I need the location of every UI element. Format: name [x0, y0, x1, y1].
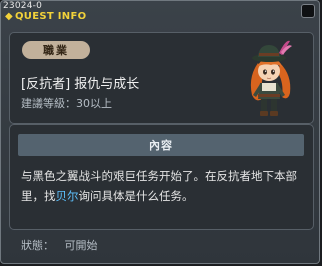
diamond-icon: ◆ — [5, 11, 13, 22]
npc-portrait — [250, 40, 292, 116]
window-title-text: QUEST INFO — [15, 11, 87, 22]
quest-status: 狀態： 可開始 — [21, 239, 98, 252]
window-title: ◆ QUEST INFO — [5, 11, 86, 22]
npc-link[interactable]: 贝尔 — [56, 189, 79, 203]
close-button[interactable] — [301, 4, 315, 18]
description-text-end: 询问具体是什么任务。 — [78, 189, 194, 203]
quest-summary-panel: 職業 [反抗者] 报仇与成长 建議等級：30以上 — [9, 32, 314, 124]
quest-content-panel: 內容 与黑色之翼战斗的艰巨任务开始了。在反抗者地下本部里，找贝尔询问具体是什么任… — [9, 124, 314, 230]
quest-id: 23024-0 — [3, 1, 43, 11]
recommended-level: 建議等級：30以上 — [21, 97, 112, 110]
quest-description: 与黑色之翼战斗的艰巨任务开始了。在反抗者地下本部里，找贝尔询问具体是什么任务。 — [21, 166, 311, 206]
job-badge: 職業 — [22, 41, 90, 59]
quest-info-window: 23024-0 ◆ QUEST INFO 職業 [反抗者] 报仇与成长 建議等級：… — [0, 0, 320, 264]
content-header: 內容 — [18, 134, 304, 156]
quest-title: [反抗者] 报仇与成长 — [21, 77, 140, 92]
